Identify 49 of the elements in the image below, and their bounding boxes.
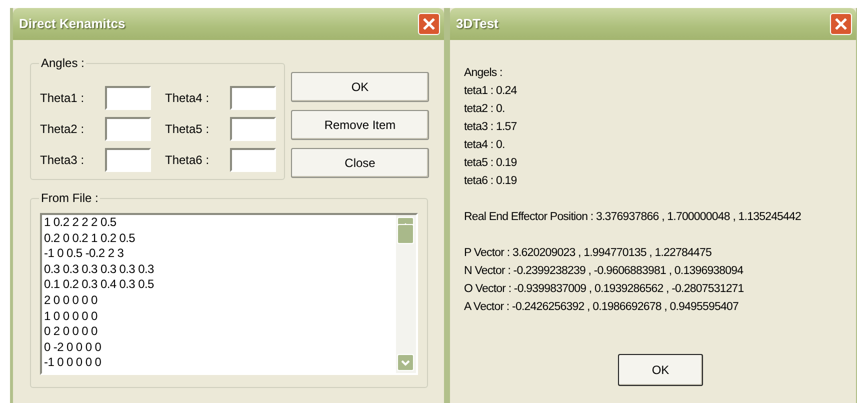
list-item[interactable]: -1 0 0 0 0 0	[42, 355, 154, 371]
list-item[interactable]: 1 0 0 0 0 0	[42, 308, 154, 324]
list-item[interactable]: 0 2 0 0 0 0	[42, 324, 154, 340]
group-label: From File :	[39, 191, 100, 205]
result-text: P Vector : 3.620209023 , 1.994770135 , 1.22784475	[464, 246, 712, 261]
dialog-button[interactable]: OK	[291, 72, 429, 102]
list-item[interactable]: 0.3 0.3 0.3 0.3 0.3 0.3	[42, 262, 154, 278]
text-field[interactable]	[230, 86, 276, 110]
scroll-down-icon[interactable]	[397, 354, 414, 371]
close-button[interactable]	[830, 13, 852, 35]
field-label: Theta2 :	[40, 121, 84, 138]
text-field[interactable]	[230, 148, 276, 172]
scroll-thumb[interactable]	[397, 224, 414, 244]
list-item[interactable]: 1 0.2 2 2 2 0.5	[42, 215, 154, 231]
field-label: Theta6 :	[165, 152, 210, 169]
result-text: teta5 : 0.19	[464, 156, 518, 171]
field-label: Theta1 :	[40, 90, 84, 107]
text-field[interactable]	[105, 148, 151, 172]
result-text: teta3 : 1.57	[464, 120, 518, 135]
scrollbar[interactable]	[396, 215, 416, 373]
text-field[interactable]	[105, 86, 151, 110]
list-item[interactable]: 0.2 0 0.2 1 0.2 0.5	[42, 230, 154, 246]
window-title: Direct Kenamitcs	[19, 15, 126, 34]
result-text: teta2 : 0.	[464, 102, 506, 117]
close-icon	[422, 17, 436, 31]
list-item[interactable]: 0 -2 0 0 0 0	[42, 340, 154, 356]
result-text: Angels :	[464, 66, 504, 81]
result-text: N Vector : -0.2399238239 , -0.9606883981 , 0.1396938094	[464, 264, 744, 279]
result-text: teta1 : 0.24	[464, 84, 518, 99]
text-field[interactable]	[105, 117, 151, 141]
dialog-button[interactable]: Close	[291, 148, 429, 178]
result-text: A Vector : -0.2426256392 , 0.1986692678 , 0.9495595407	[464, 300, 740, 315]
ok-button[interactable]: OK	[618, 354, 703, 386]
field-label: Theta3 :	[40, 152, 84, 169]
text-field[interactable]	[230, 117, 276, 141]
list-item[interactable]: -1 0 0.5 -0.2 2 3	[42, 246, 154, 262]
window-title: 3DTest	[456, 15, 498, 34]
list-item[interactable]: 0.1 0.2 0.3 0.4 0.3 0.5	[42, 277, 154, 293]
result-text: O Vector : -0.9399837009 , 0.1939286562 , -0.2807531271	[464, 282, 745, 297]
list-item[interactable]: 2 0 0 0 0 0	[42, 292, 154, 309]
result-text: teta6 : 0.19	[464, 174, 518, 189]
group-label: Angles :	[39, 56, 86, 70]
dialog-button[interactable]: Remove Item	[291, 110, 429, 140]
close-button[interactable]	[418, 13, 440, 35]
close-icon	[834, 17, 848, 31]
result-text: Real End Effector Position : 3.376937866 , 1.700000048 , 1.135245442	[464, 210, 802, 225]
result-text: teta4 : 0.	[464, 138, 506, 153]
field-label: Theta4 :	[165, 90, 210, 107]
field-label: Theta5 :	[165, 121, 210, 138]
